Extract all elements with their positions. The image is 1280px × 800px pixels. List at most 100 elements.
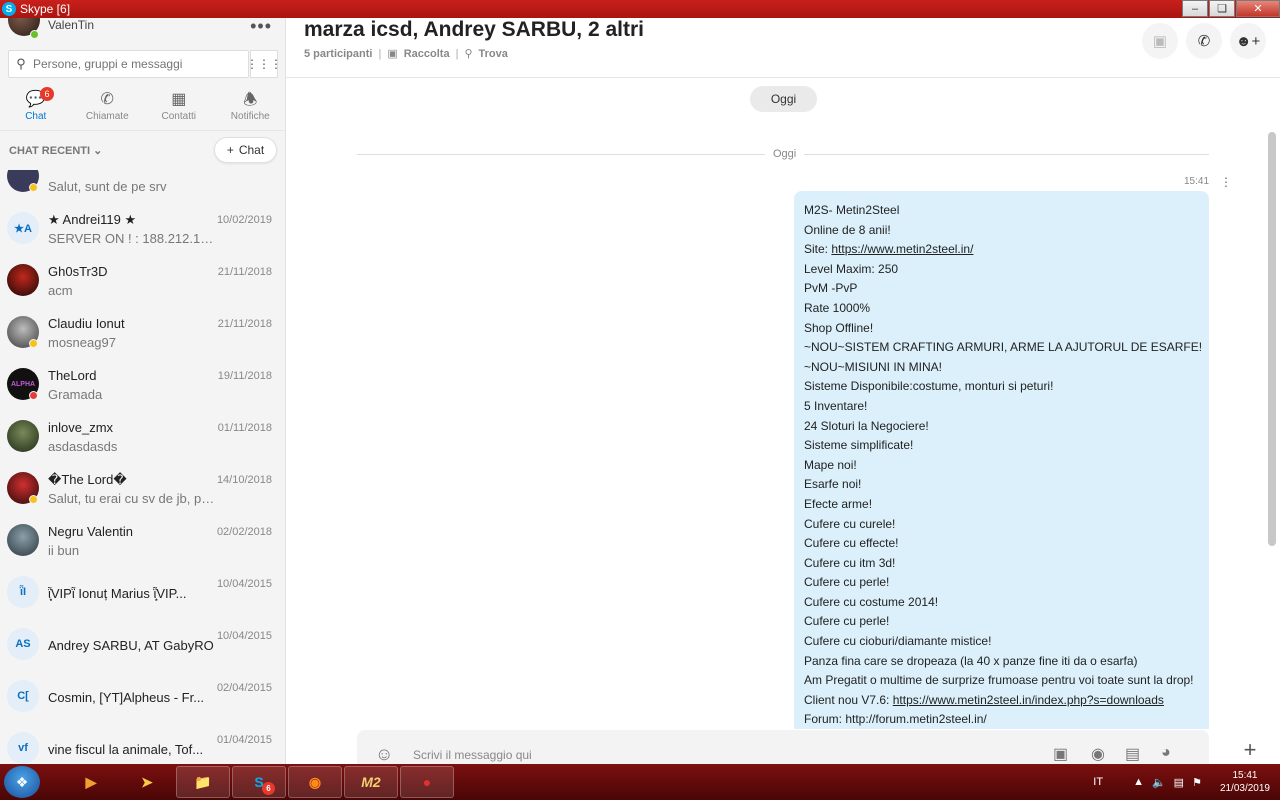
chat-name: inlove_zmx bbox=[48, 420, 114, 435]
avatar: vf bbox=[7, 732, 39, 764]
list-item[interactable]: Gh0sTr3D acm 21/11/2018 bbox=[0, 256, 285, 308]
dialpad-button[interactable]: ⋮⋮⋮ bbox=[246, 50, 282, 78]
tab-calls[interactable]: ✆ Chiamate bbox=[72, 86, 144, 128]
start-button[interactable]: ❖ bbox=[4, 766, 40, 798]
chat-preview: Gramada bbox=[48, 387, 103, 402]
add-person-icon: ☻+ bbox=[1235, 32, 1261, 50]
conversation-title[interactable]: marza icsd, Andrey SARBU, 2 altri bbox=[304, 18, 644, 42]
tab-notifications[interactable]: 🕭 Notifiche bbox=[215, 86, 286, 128]
record-icon: ● bbox=[422, 774, 432, 790]
avatar: ῗI bbox=[7, 576, 39, 608]
message-more-icon[interactable]: ⋮ bbox=[1220, 175, 1232, 189]
poll-icon[interactable]: ◕ bbox=[1161, 744, 1171, 762]
skype-logo-icon: S bbox=[2, 2, 16, 16]
contact-card-icon[interactable]: ▤ bbox=[1125, 744, 1140, 764]
list-item[interactable]: Salut, sunt de pe srv bbox=[0, 170, 285, 204]
firefox-icon: ◉ bbox=[308, 773, 322, 790]
conversation-pane: marza icsd, Andrey SARBU, 2 altri 5 part… bbox=[286, 18, 1280, 770]
participants-link[interactable]: 5 participanti bbox=[304, 48, 372, 60]
message-link[interactable]: https://www.metin2steel.in/index.php?s=d… bbox=[893, 693, 1164, 707]
list-item[interactable]: AS Andrey SARBU, AT GabyRO 10/04/2015 bbox=[0, 620, 285, 672]
skype-window: S Skype [6] – ❏ ✕ ValenTin ••• ⚲ ⋮⋮⋮ 💬 6… bbox=[0, 0, 1280, 800]
message-line: Online de 8 anii! bbox=[804, 222, 891, 237]
taskbar-explorer[interactable]: 📁 bbox=[176, 766, 230, 798]
location-icon[interactable]: ◉ bbox=[1091, 744, 1105, 764]
show-hidden-icon[interactable]: ▲ bbox=[1133, 776, 1144, 788]
chat-date: 21/11/2018 bbox=[217, 318, 272, 330]
recent-chats-label[interactable]: CHAT RECENTI ⌄ bbox=[9, 144, 102, 157]
metin2-icon: M2 bbox=[361, 774, 381, 790]
taskbar-app[interactable]: ➤ bbox=[120, 766, 174, 798]
list-item[interactable]: �The Lord� Salut, tu erai cu sv de jb, p… bbox=[0, 464, 285, 516]
away-status-icon bbox=[29, 495, 38, 504]
find-link[interactable]: Trova bbox=[479, 48, 508, 60]
taskbar-firefox[interactable]: ◉ bbox=[288, 766, 342, 798]
chat-preview: Salut, sunt de pe srv bbox=[48, 179, 167, 194]
message-input[interactable]: Scrivi il messaggio qui bbox=[413, 748, 532, 762]
search-input[interactable] bbox=[33, 57, 233, 71]
close-button[interactable]: ✕ bbox=[1236, 0, 1280, 17]
tab-contacts[interactable]: ▦ Contatti bbox=[143, 86, 215, 128]
chat-name: Cosmin, [YT]Alpheus - Fr... bbox=[48, 690, 205, 705]
message-bubble[interactable]: M2S- Metin2Steel Online de 8 anii! Site: h… bbox=[794, 191, 1209, 729]
more-icon[interactable]: ••• bbox=[250, 18, 272, 37]
message-link[interactable]: https://www.metin2steel.in/ bbox=[831, 242, 973, 256]
gallery-icon[interactable]: ▣ bbox=[1053, 744, 1068, 764]
conversation-header: marza icsd, Andrey SARBU, 2 altri 5 part… bbox=[286, 18, 1280, 78]
app-icon: ➤ bbox=[141, 773, 153, 790]
language-indicator[interactable]: IT bbox=[1093, 776, 1103, 788]
list-item[interactable]: Negru Valentin ii bun 02/02/2018 bbox=[0, 516, 285, 568]
list-item[interactable]: ★A ★ Andrei119 ★ SERVER ON ! : 188.212.1… bbox=[0, 204, 285, 256]
volume-icon[interactable]: 🔈 bbox=[1152, 776, 1166, 789]
minimize-button[interactable]: – bbox=[1182, 0, 1208, 17]
message-line: Am Pregatit o multime de surprize frumoa… bbox=[804, 673, 1194, 688]
list-item[interactable]: inlove_zmx asdasdasds 01/11/2018 bbox=[0, 412, 285, 464]
day-pill: Oggi bbox=[750, 86, 817, 112]
message-line: Sisteme simplificate! bbox=[804, 438, 914, 453]
tab-chat[interactable]: 💬 6 Chat bbox=[0, 86, 72, 128]
away-status-icon bbox=[29, 183, 38, 192]
message-line: Cufere cu perle! bbox=[804, 575, 890, 590]
list-item[interactable]: ῗI ῗ͙͙VIPῗ Ionuț Marius ῗ͙͙VIP... 10/04/… bbox=[0, 568, 285, 620]
chat-name: TheLord bbox=[48, 368, 97, 383]
taskbar-skype[interactable]: S 6 bbox=[232, 766, 286, 798]
new-chat-label: Chat bbox=[238, 143, 265, 157]
unread-badge: 6 bbox=[40, 87, 54, 101]
maximize-button[interactable]: ❏ bbox=[1209, 0, 1235, 17]
new-chat-button[interactable]: + Chat bbox=[214, 137, 277, 163]
taskbar-media-player[interactable]: ▶ bbox=[64, 766, 118, 798]
list-item[interactable]: Claudiu Ionut mosneag97 21/11/2018 bbox=[0, 308, 285, 360]
emoji-icon[interactable]: ☺ bbox=[375, 744, 393, 765]
recent-chats-text: CHAT RECENTI bbox=[9, 145, 91, 157]
chat-date: 02/02/2018 bbox=[216, 526, 272, 538]
taskbar-recorder[interactable]: ● bbox=[400, 766, 454, 798]
gallery-icon: ▣ bbox=[387, 48, 398, 60]
message-line: Efecte arme! bbox=[804, 496, 873, 511]
dialpad-icon: ⋮⋮⋮ bbox=[246, 57, 282, 71]
message-line: Cufere cu cioburi/diamante mistice! bbox=[804, 634, 992, 649]
taskbar: ❖ ▶ ➤ 📁 S 6 ◉ M2 ● IT ▲ 🔈 ▤ ⚑ 15:41 21/0… bbox=[0, 764, 1280, 800]
list-item[interactable]: ALPHA TheLord Gramada 19/11/2018 bbox=[0, 360, 285, 412]
message-line: Shop Offline! bbox=[804, 320, 874, 335]
profile[interactable]: ValenTin ••• bbox=[0, 18, 285, 42]
action-center-icon[interactable]: ⚑ bbox=[1192, 776, 1202, 789]
search-box: ⚲ bbox=[8, 50, 249, 78]
message-line: Sisteme Disponibile:costume, monturi si … bbox=[804, 379, 1054, 394]
chat-date: 01/04/2015 bbox=[216, 734, 272, 746]
more-options-button[interactable]: + bbox=[1236, 736, 1264, 764]
system-tray: IT ▲ 🔈 ▤ ⚑ 15:41 21/03/2019 bbox=[1093, 764, 1270, 800]
list-item[interactable]: vf vine fiscul la animale, Tof... 01/04/… bbox=[0, 724, 285, 764]
avatar bbox=[7, 264, 39, 296]
video-call-button[interactable]: ▣ bbox=[1142, 23, 1178, 59]
chat-name: Gh0sTr3D bbox=[48, 264, 108, 279]
gallery-link[interactable]: Raccolta bbox=[404, 48, 450, 60]
network-icon[interactable]: ▤ bbox=[1174, 776, 1184, 789]
chat-name: ★ Andrei119 ★ bbox=[48, 212, 137, 227]
message-area: Oggi Oggi 15:41 ⋮ M2S- Metin2Steel Online… bbox=[286, 79, 1280, 729]
add-participant-button[interactable]: ☻+ bbox=[1230, 23, 1266, 59]
taskbar-metin2[interactable]: M2 bbox=[344, 766, 398, 798]
list-item[interactable]: C[ Cosmin, [YT]Alpheus - Fr... 02/04/201… bbox=[0, 672, 285, 724]
audio-call-button[interactable]: ✆ bbox=[1186, 23, 1222, 59]
scrollbar[interactable] bbox=[1268, 132, 1276, 546]
clock[interactable]: 15:41 21/03/2019 bbox=[1220, 769, 1270, 795]
